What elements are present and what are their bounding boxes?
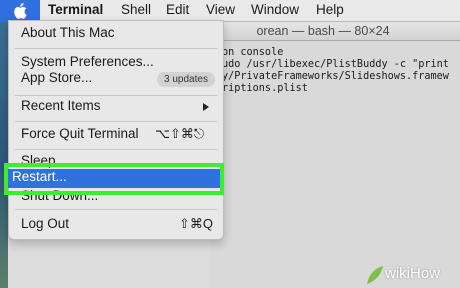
menu-item-label: About This Mac bbox=[21, 25, 115, 40]
menu-item-label: Recent Items bbox=[21, 98, 101, 113]
apple-menu-dropdown: About This Mac System Preferences... App… bbox=[8, 20, 224, 240]
menu-separator bbox=[15, 121, 217, 122]
menu-separator bbox=[15, 209, 217, 210]
menu-separator bbox=[15, 149, 217, 150]
menu-bar: Terminal Shell Edit View Window Help bbox=[0, 0, 460, 22]
menu-help[interactable]: Help bbox=[316, 2, 344, 17]
updates-badge: 3 updates bbox=[157, 72, 215, 87]
menu-shell[interactable]: Shell bbox=[121, 2, 151, 17]
menu-item-label: Log Out bbox=[21, 216, 70, 231]
menu-window[interactable]: Window bbox=[251, 2, 299, 17]
menu-separator bbox=[15, 48, 217, 49]
desktop-background bbox=[0, 22, 8, 288]
menu-item-label: System Preferences... bbox=[21, 54, 154, 69]
menu-view[interactable]: View bbox=[206, 2, 235, 17]
highlight-box bbox=[4, 163, 224, 195]
force-quit-shortcut: ⌥⇧⌘⎋ bbox=[155, 126, 205, 141]
menu-item-recent-items[interactable]: Recent Items bbox=[9, 97, 223, 117]
terminal-titlebar[interactable]: orean — bash — 80×24 bbox=[210, 22, 460, 41]
terminal-content[interactable]: on console udo /usr/libexec/PlistBuddy -… bbox=[210, 41, 460, 288]
menu-item-log-out[interactable]: Log Out ⇧⌘Q bbox=[9, 215, 223, 235]
menu-item-label: Force Quit Terminal bbox=[21, 126, 139, 141]
menu-item-about[interactable]: About This Mac bbox=[9, 24, 223, 44]
menu-edit[interactable]: Edit bbox=[166, 2, 189, 17]
menu-item-label: App Store... bbox=[21, 70, 93, 85]
wikihow-leaf-icon bbox=[367, 266, 383, 284]
submenu-arrow-icon bbox=[203, 103, 209, 111]
terminal-line: udo /usr/libexec/PlistBuddy -c "print bbox=[222, 59, 449, 70]
log-out-shortcut: ⇧⌘Q bbox=[179, 216, 214, 231]
menu-item-force-quit[interactable]: Force Quit Terminal ⌥⇧⌘⎋ bbox=[9, 125, 223, 145]
menu-item-app-store[interactable]: App Store... 3 updates bbox=[9, 69, 223, 89]
menu-terminal[interactable]: Terminal bbox=[48, 2, 103, 17]
wikihow-watermark: wikiHow bbox=[365, 262, 460, 288]
terminal-title: orean — bash — 80×24 bbox=[256, 24, 390, 38]
apple-menu-button[interactable] bbox=[0, 0, 40, 22]
terminal-line: riptions.plist bbox=[222, 83, 308, 94]
menu-separator bbox=[15, 95, 217, 96]
terminal-line: y/PrivateFrameworks/Slideshows.framew bbox=[222, 71, 449, 82]
watermark-text: wikiHow bbox=[385, 265, 441, 282]
apple-logo-icon bbox=[14, 3, 27, 19]
terminal-line: on console bbox=[222, 47, 284, 58]
